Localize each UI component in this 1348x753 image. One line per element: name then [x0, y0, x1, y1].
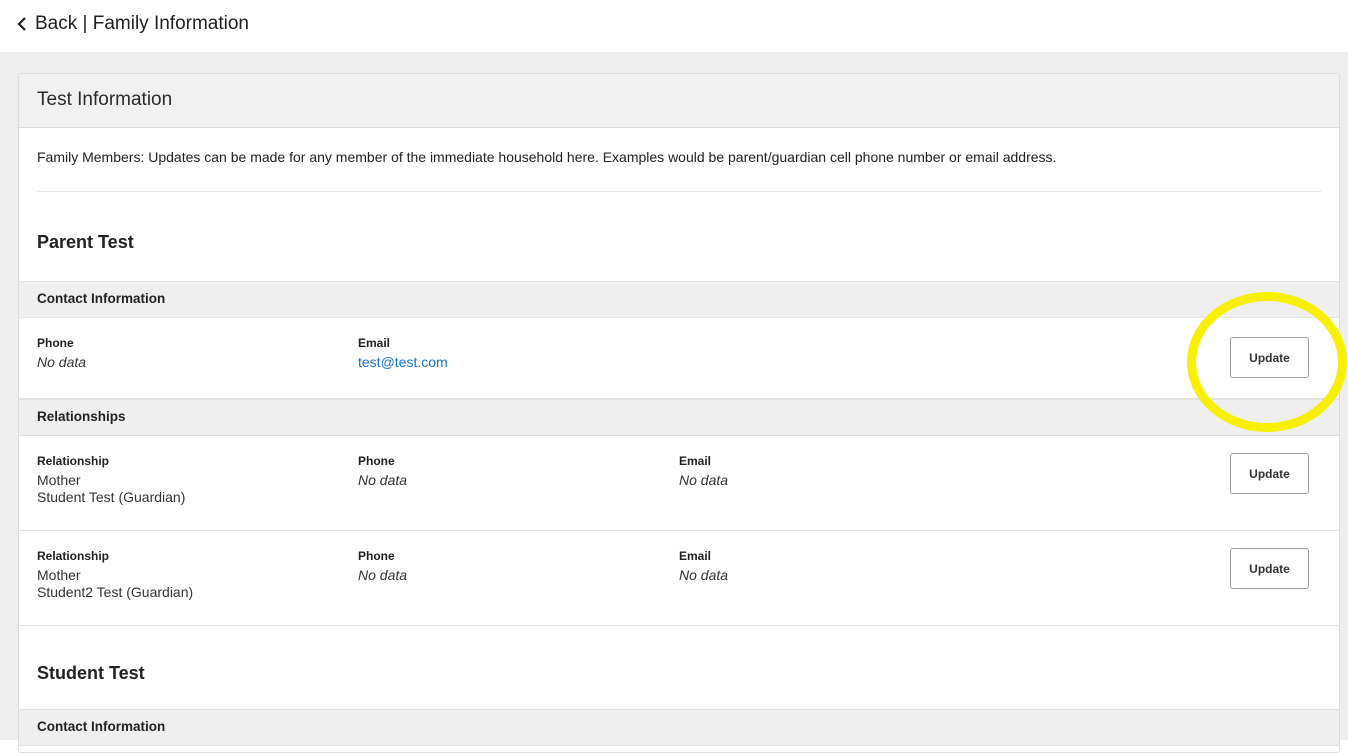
- card-title: Test Information: [19, 74, 1339, 128]
- back-link[interactable]: Back | Family Information: [16, 13, 249, 35]
- phone-value: No data: [358, 472, 408, 488]
- email-link[interactable]: test@test.com: [358, 354, 448, 371]
- email-label: Email: [358, 336, 391, 350]
- email-value: No data: [679, 567, 729, 583]
- phone-label: Phone: [358, 549, 395, 563]
- phone-value: No data: [37, 354, 87, 370]
- relationship-type: Mother: [37, 567, 81, 583]
- relationship-row: Relationship Mother Student2 Test (Guard…: [19, 531, 1339, 626]
- relationships-heading: Relationships: [19, 399, 1339, 436]
- update-contact-button[interactable]: Update: [1230, 337, 1309, 378]
- student-name: Student Test: [37, 663, 145, 683]
- relationship-type: Mother: [37, 472, 81, 488]
- email-label: Email: [679, 454, 712, 468]
- relationship-student: Student Test (Guardian): [37, 489, 186, 505]
- relationship-cell: Relationship Mother Student2 Test (Guard…: [37, 549, 193, 601]
- phone-label: Phone: [37, 336, 74, 350]
- relationship-label: Relationship: [37, 549, 110, 563]
- contact-info-heading: Contact Information: [19, 281, 1339, 318]
- intro-text: Family Members: Updates can be made for …: [37, 149, 1057, 165]
- email-cell: Email test@test.com: [358, 336, 448, 371]
- top-bar: Back | Family Information: [0, 0, 1348, 52]
- back-label: Back | Family Information: [35, 13, 250, 34]
- phone-value: No data: [358, 567, 408, 583]
- phone-label: Phone: [358, 454, 395, 468]
- relationship-cell: Relationship Mother Student Test (Guardi…: [37, 454, 185, 506]
- rel-email-cell: Email No data: [679, 549, 728, 584]
- family-card: Test Information Family Members: Updates…: [18, 73, 1340, 753]
- contact-info-heading: Contact Information: [19, 709, 1339, 746]
- email-label: Email: [679, 549, 712, 563]
- chevron-left-icon: [17, 17, 26, 31]
- contact-row: Phone No data Email test@test.com Update: [19, 318, 1339, 399]
- relationship-label: Relationship: [37, 454, 110, 468]
- update-relationship-button[interactable]: Update: [1230, 453, 1309, 494]
- rel-phone-cell: Phone No data: [358, 549, 407, 584]
- update-relationship-button[interactable]: Update: [1230, 548, 1309, 589]
- parent-name: Parent Test: [37, 232, 134, 252]
- relationship-row: Relationship Mother Student Test (Guardi…: [19, 436, 1339, 531]
- email-value: No data: [679, 472, 729, 488]
- relationship-student: Student2 Test (Guardian): [37, 584, 194, 600]
- rel-email-cell: Email No data: [679, 454, 728, 489]
- rel-phone-cell: Phone No data: [358, 454, 407, 489]
- phone-cell: Phone No data: [37, 336, 86, 371]
